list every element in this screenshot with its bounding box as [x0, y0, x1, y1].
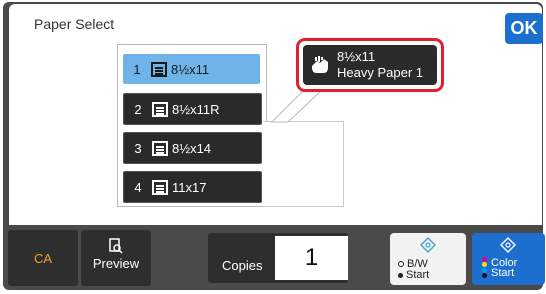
tray-size: 8½x11R — [172, 101, 220, 117]
paper-stack-icon — [152, 179, 168, 195]
bypass-tray-highlight: 8½x11 Heavy Paper 1 — [296, 38, 444, 92]
paper-stack-icon — [151, 61, 167, 77]
bw-empty-dot-icon — [398, 261, 404, 268]
tray-2-button[interactable]: 2 8½x11R — [123, 93, 262, 125]
tray-number: 3 — [134, 140, 142, 156]
yellow-dot-icon — [482, 262, 487, 268]
page-title: Paper Select — [34, 16, 115, 32]
color-start-button[interactable]: Color Start — [472, 233, 545, 285]
start-diamond-icon — [500, 237, 516, 253]
copies-input[interactable]: 1 — [275, 236, 348, 280]
tray-number: 4 — [134, 179, 142, 195]
copies-label: Copies — [222, 258, 263, 273]
start-diamond-icon — [420, 237, 436, 253]
cyan-dot-icon — [482, 267, 487, 273]
color-start-label: Start — [491, 266, 515, 279]
ca-button[interactable]: CA — [8, 230, 78, 286]
hand-tray-icon — [312, 56, 328, 73]
bw-filled-dot-icon — [398, 272, 403, 278]
magenta-dot-icon — [482, 257, 487, 262]
paper-stack-icon — [152, 101, 168, 117]
preview-label: Preview — [92, 256, 140, 271]
black-dot-icon — [482, 273, 487, 279]
bypass-tray-button[interactable]: 8½x11 Heavy Paper 1 — [303, 45, 437, 85]
tray-size: 11x17 — [172, 179, 207, 195]
callout-pointer — [270, 87, 326, 123]
tray-3-button[interactable]: 3 8½x14 — [123, 132, 262, 164]
ok-button[interactable]: OK — [505, 13, 543, 44]
tray-size: 8½x14 — [172, 140, 212, 156]
tray-size: 8½x11 — [171, 61, 210, 77]
tray-number: 1 — [133, 61, 141, 77]
bw-start-label: Start — [406, 269, 430, 281]
bypass-paper-type: Heavy Paper 1 — [337, 65, 423, 80]
bw-start-button[interactable]: B/W Start — [390, 233, 466, 285]
tray-number: 2 — [134, 101, 142, 117]
preview-icon — [109, 238, 123, 254]
paper-stack-icon — [152, 140, 168, 156]
tray-1-button[interactable]: 1 8½x11 — [123, 54, 260, 84]
bypass-size: 8½x11 — [337, 49, 376, 64]
tray-4-button[interactable]: 4 11x17 — [123, 171, 262, 203]
preview-button[interactable]: Preview — [81, 230, 151, 286]
tray-detail-panel — [263, 121, 344, 207]
